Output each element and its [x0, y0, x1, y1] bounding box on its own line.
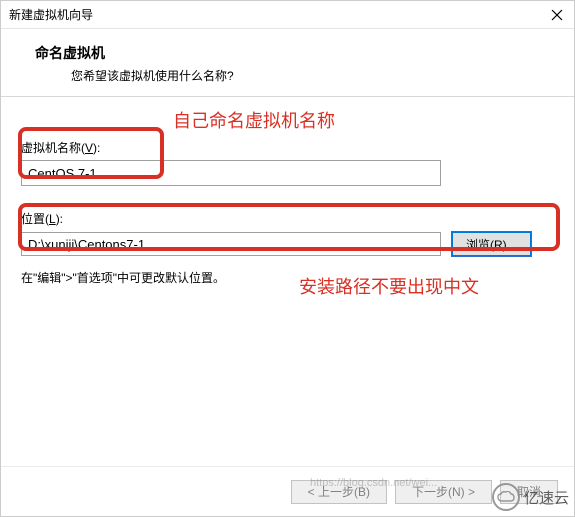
vm-location-label: 位置(L):	[21, 210, 554, 227]
annotation-path: 安装路径不要出现中文	[299, 273, 479, 299]
window-title: 新建虚拟机向导	[9, 6, 93, 23]
wizard-content: 自己命名虚拟机名称 虚拟机名称(V): 位置(L): 浏览(R)... 在"编辑…	[1, 97, 574, 466]
vm-name-input[interactable]	[21, 160, 441, 186]
page-title: 命名虚拟机	[35, 43, 554, 63]
browse-button[interactable]: 浏览(R)...	[451, 231, 532, 257]
faint-url: https://blog.csdn.net/wei...	[310, 477, 437, 489]
wizard-window: 新建虚拟机向导 命名虚拟机 您希望该虚拟机使用什么名称? 自己命名虚拟机名称 虚…	[0, 0, 575, 517]
watermark: 亿速云	[492, 483, 569, 511]
page-subtitle: 您希望该虚拟机使用什么名称?	[35, 67, 554, 84]
vm-name-label: 虚拟机名称(V):	[21, 139, 554, 156]
vm-location-input[interactable]	[21, 232, 441, 256]
cloud-icon	[492, 483, 520, 511]
annotation-name: 自己命名虚拟机名称	[173, 107, 335, 133]
close-button[interactable]	[548, 6, 566, 24]
close-icon	[551, 9, 563, 21]
watermark-text: 亿速云	[524, 487, 569, 508]
titlebar: 新建虚拟机向导	[1, 1, 574, 29]
wizard-footer: < 上一步(B) 下一步(N) > 取消	[1, 466, 574, 516]
wizard-header: 命名虚拟机 您希望该虚拟机使用什么名称?	[1, 29, 574, 97]
